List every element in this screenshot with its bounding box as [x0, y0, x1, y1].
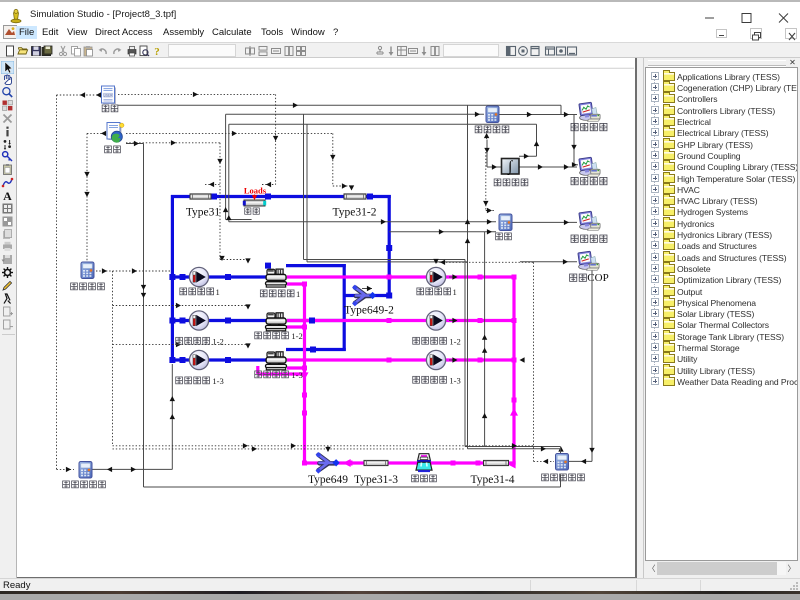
- svg-text:Type31-2: Type31-2: [333, 207, 377, 219]
- svg-text:Type649-2: Type649-2: [344, 305, 394, 317]
- svg-text:Type649: Type649: [308, 474, 348, 486]
- svg-text:1: 1: [296, 289, 300, 299]
- svg-text:A: A: [3, 189, 12, 202]
- svg-text:1: 1: [452, 287, 456, 297]
- svg-text:Type31-4: Type31-4: [471, 474, 515, 486]
- svg-text:1-2: 1-2: [449, 336, 460, 346]
- svg-text:1-3: 1-3: [291, 370, 302, 380]
- svg-text:1: 1: [215, 287, 219, 297]
- svg-text:Type31: Type31: [186, 207, 221, 219]
- svg-text:?: ?: [154, 46, 160, 57]
- svg-text:1-3: 1-3: [449, 375, 460, 385]
- svg-text:1-3: 1-3: [212, 376, 223, 386]
- svg-text:1-2: 1-2: [291, 331, 302, 341]
- svg-text:USER: USER: [104, 93, 114, 97]
- svg-text:Type31-3: Type31-3: [354, 474, 398, 486]
- svg-text:COP: COP: [587, 272, 608, 284]
- svg-text:Loads: Loads: [244, 186, 267, 196]
- svg-text:1-2: 1-2: [212, 336, 223, 346]
